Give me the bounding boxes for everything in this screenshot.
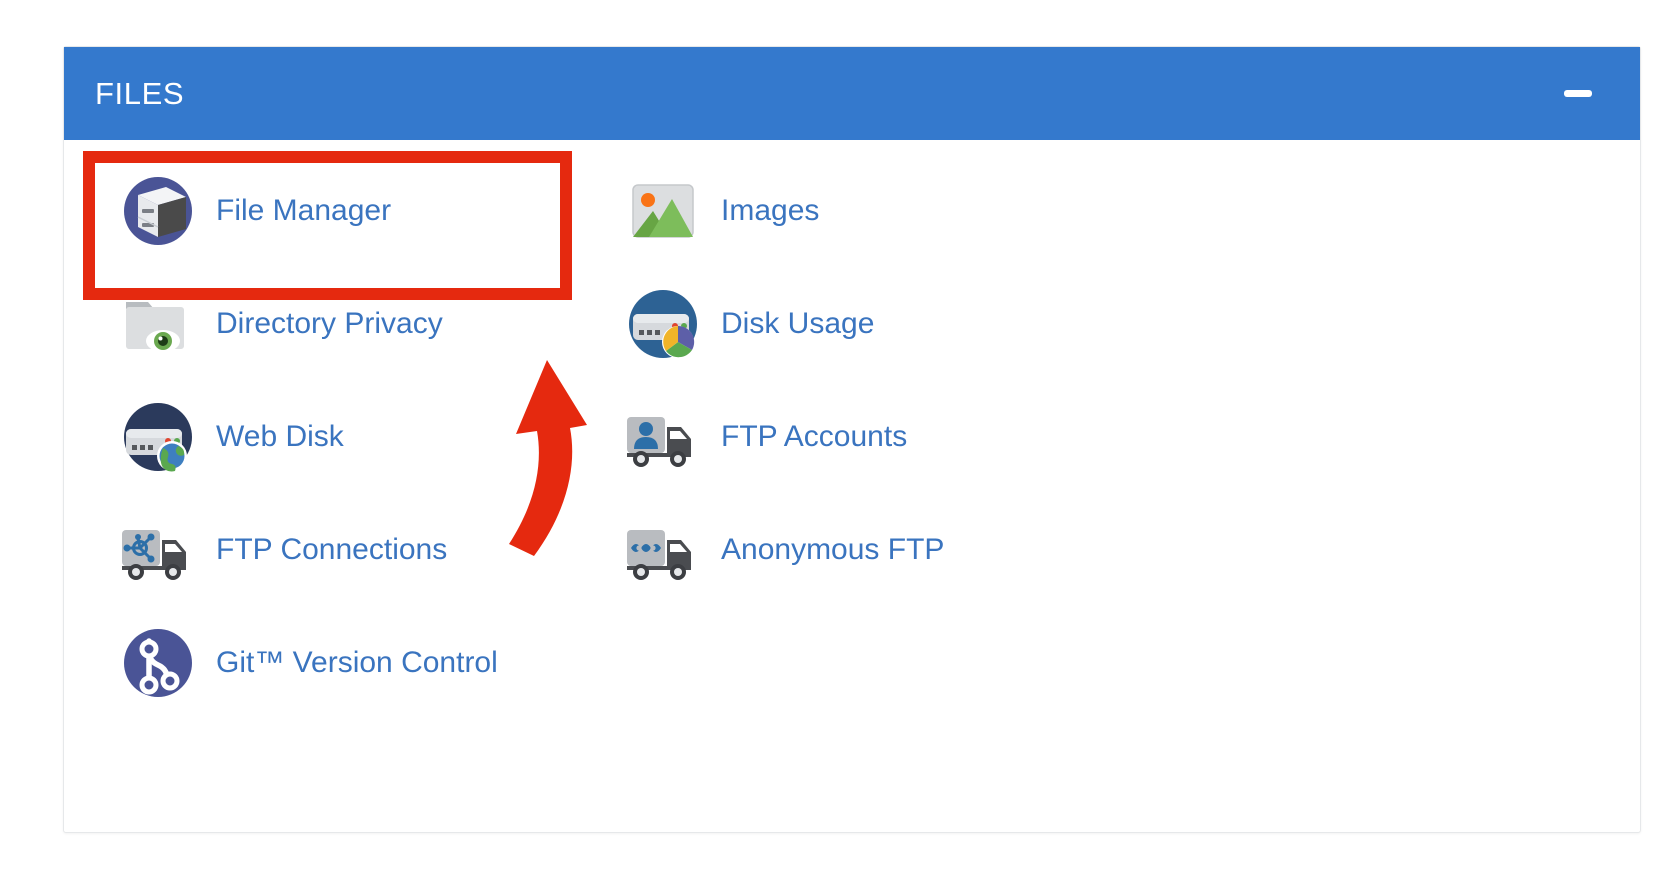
tile-directory-privacy[interactable]: Directory Privacy [94,267,599,380]
grid-spacer [1104,380,1609,493]
tile-label: FTP Connections [216,532,448,566]
truck-person-icon [617,391,709,483]
tile-images[interactable]: Images [599,154,1104,267]
tile-ftp-accounts[interactable]: FTP Accounts [599,380,1104,493]
tile-label: Images [721,193,820,227]
tile-ftp-connections[interactable]: FTP Connections [94,493,599,606]
server-globe-icon [112,391,204,483]
files-panel: FILES File Manager Images Directory Priv… [63,46,1641,833]
grid-spacer [1104,493,1609,606]
grid-spacer [1104,267,1609,380]
truck-mask-icon [617,504,709,596]
tile-anonymous-ftp[interactable]: Anonymous FTP [599,493,1104,606]
tile-label: Web Disk [216,419,344,453]
page-title: FILES [95,76,185,111]
tile-label: Directory Privacy [216,306,443,340]
file-cabinet-icon [112,165,204,257]
git-branch-icon [112,617,204,709]
minus-icon [1564,90,1592,97]
tile-file-manager[interactable]: File Manager [94,154,599,267]
folder-eye-icon [112,278,204,370]
tile-label: File Manager [216,193,392,227]
tile-label: Anonymous FTP [721,532,945,566]
tile-disk-usage[interactable]: Disk Usage [599,267,1104,380]
picture-icon [617,165,709,257]
grid-spacer [1104,154,1609,267]
files-tile-grid: File Manager Images Directory Privacy Di… [64,154,1640,719]
tile-git-version-control[interactable]: Git™ Version Control [94,606,599,719]
tile-label: Disk Usage [721,306,875,340]
tile-label: Git™ Version Control [216,645,498,679]
server-pie-chart-icon [617,278,709,370]
minimize-button[interactable] [1561,77,1595,111]
tile-web-disk[interactable]: Web Disk [94,380,599,493]
tile-label: FTP Accounts [721,419,908,453]
panel-body: File Manager Images Directory Privacy Di… [64,140,1640,719]
panel-header: FILES [64,47,1640,140]
truck-network-icon [112,504,204,596]
